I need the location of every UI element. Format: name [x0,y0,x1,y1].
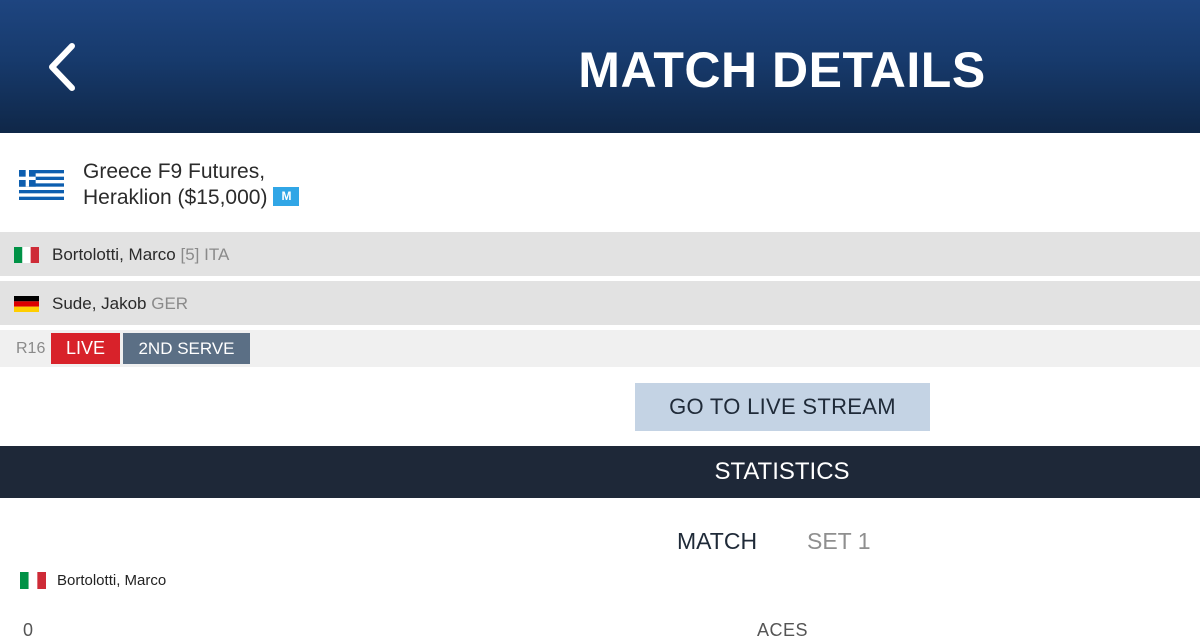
player-country: ITA [204,245,230,264]
go-to-live-stream-button[interactable]: GO TO LIVE STREAM [635,383,930,431]
tab-match[interactable]: MATCH [677,527,757,555]
live-badge: LIVE [51,333,120,364]
tournament-name: Greece F9 Futures, Heraklion ($15,000) M [83,159,300,211]
player-name: Sude, Jakob GER [52,293,188,315]
stat-label: ACES [757,620,809,640]
tab-set-1[interactable]: SET 1 [807,527,871,555]
italy-flag-icon [20,572,46,589]
italy-flag-icon [14,247,39,263]
stat-value: 0 [23,620,34,640]
statistics-title: STATISTICS [714,458,850,485]
player-name-text: Sude, Jakob [52,294,147,313]
round-label: R16 [16,340,46,357]
app-header: MATCH DETAILS [0,0,1200,133]
tournament-name-line1: Greece F9 Futures, [83,160,266,183]
tournament-category-badge: M [273,186,300,206]
stats-player-name: Bortolotti, Marco [57,572,167,589]
page-title: MATCH DETAILS [578,42,986,98]
player-name: Bortolotti, Marco [5] ITA [52,244,229,266]
statistics-header: STATISTICS [0,446,1200,498]
greece-flag-icon [19,170,64,200]
tournament-info: Greece F9 Futures, Heraklion ($15,000) M [0,133,1200,231]
player-row[interactable]: Bortolotti, Marco [5] ITA [0,232,1200,276]
player-row[interactable]: Sude, Jakob GER [0,281,1200,325]
serve-status-badge: 2ND SERVE [123,333,250,364]
player-name-text: Bortolotti, Marco [52,245,176,264]
tournament-name-line2-text: Heraklion ($15,000) [83,186,268,209]
match-status-row: R16 LIVE 2ND SERVE [0,330,1200,367]
germany-flag-icon [14,296,39,312]
tournament-name-line2: Heraklion ($15,000) M [83,185,300,211]
player-seed: [5] [180,245,200,264]
player-country: GER [151,294,189,313]
